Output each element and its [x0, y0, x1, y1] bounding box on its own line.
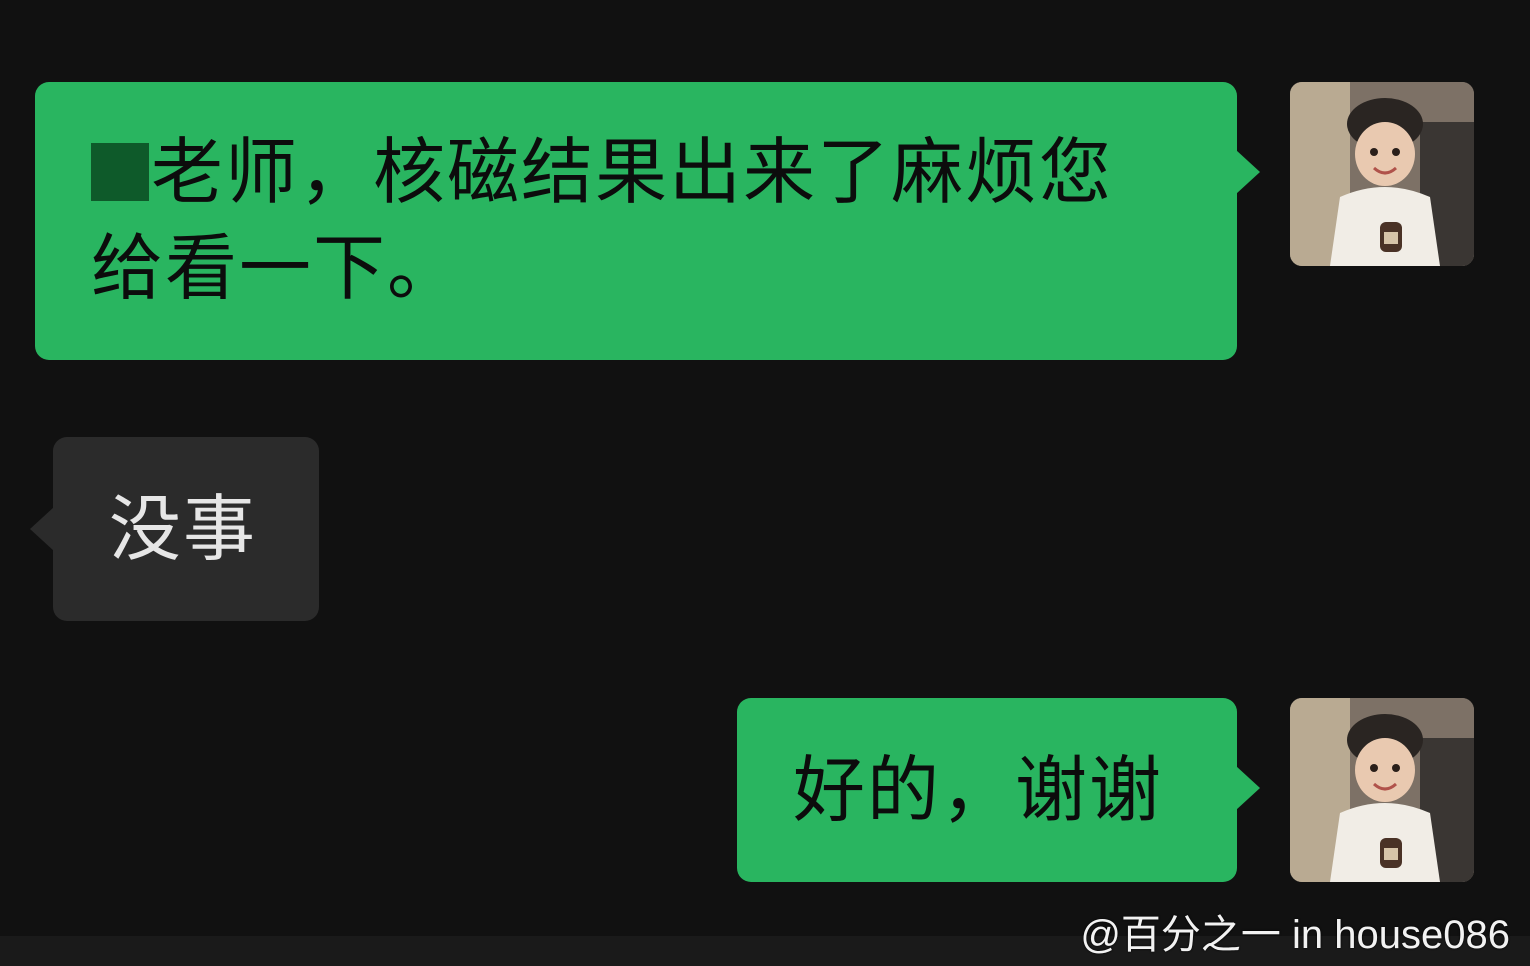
bubble-tail — [30, 507, 54, 551]
outgoing-message-bubble[interactable]: 老师，核磁结果出来了麻烦您 给看一下。 — [35, 82, 1260, 360]
child-avatar-icon[interactable] — [1290, 698, 1474, 882]
bubble-tail — [1236, 150, 1260, 194]
child-avatar-icon[interactable] — [1290, 82, 1474, 266]
incoming-message-bubble[interactable]: 没事 — [30, 437, 319, 621]
message-text: 没事 — [109, 487, 258, 571]
bubble-tail — [1236, 766, 1260, 810]
watermark: @百分之一 in house086 — [1080, 913, 1510, 957]
message-text: 好的，谢谢 — [793, 748, 1164, 832]
outgoing-message-bubble[interactable]: 好的，谢谢 — [737, 698, 1260, 882]
chat-view: 老师，核磁结果出来了麻烦您 给看一下。 没事 好的，谢谢 @百分之一 in ho… — [0, 0, 1530, 966]
redaction-block — [91, 143, 149, 201]
message-text: 老师，核磁结果出来了麻烦您 — [91, 124, 1197, 220]
message-text-line2: 给看一下。 — [91, 226, 462, 310]
message-text-line1: 老师，核磁结果出来了麻烦您 — [151, 130, 1114, 214]
